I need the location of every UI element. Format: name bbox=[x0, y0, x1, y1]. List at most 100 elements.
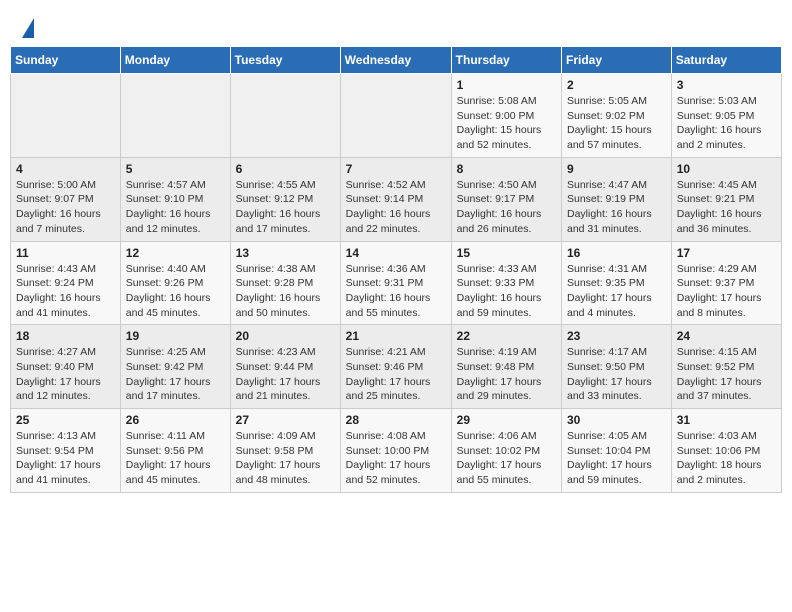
calendar-cell: 5 Sunrise: 4:57 AM Sunset: 9:10 PM Daylig… bbox=[120, 157, 230, 241]
day-number: 15 bbox=[457, 246, 556, 260]
day-number: 9 bbox=[567, 162, 666, 176]
calendar-cell: 12 Sunrise: 4:40 AM Sunset: 9:26 PM Dayli… bbox=[120, 241, 230, 325]
day-number: 12 bbox=[126, 246, 225, 260]
day-of-week-header: Friday bbox=[562, 47, 672, 74]
calendar-cell: 21 Sunrise: 4:21 AM Sunset: 9:46 PM Dayli… bbox=[340, 325, 451, 409]
calendar-cell: 13Sunrise: 4:38 AM Sunset: 9:28 PM Dayli… bbox=[230, 241, 340, 325]
day-info: Sunrise: 4:55 AM Sunset: 9:12 PM Dayligh… bbox=[236, 178, 335, 237]
calendar-week-row: 11 Sunrise: 4:43 AM Sunset: 9:24 PM Dayli… bbox=[11, 241, 782, 325]
calendar-week-row: 25Sunrise: 4:13 AM Sunset: 9:54 PM Dayli… bbox=[11, 409, 782, 493]
calendar-cell: 25Sunrise: 4:13 AM Sunset: 9:54 PM Dayli… bbox=[11, 409, 121, 493]
day-info: Sunrise: 4:09 AM Sunset: 9:58 PM Dayligh… bbox=[236, 429, 335, 488]
calendar-cell: 11 Sunrise: 4:43 AM Sunset: 9:24 PM Dayli… bbox=[11, 241, 121, 325]
calendar-cell: 18 Sunrise: 4:27 AM Sunset: 9:40 PM Dayli… bbox=[11, 325, 121, 409]
day-info: Sunrise: 4:03 AM Sunset: 10:06 PM Daylig… bbox=[677, 429, 776, 488]
day-number: 5 bbox=[126, 162, 225, 176]
day-info: Sunrise: 4:06 AM Sunset: 10:02 PM Daylig… bbox=[457, 429, 556, 488]
calendar-cell: 20 Sunrise: 4:23 AM Sunset: 9:44 PM Dayli… bbox=[230, 325, 340, 409]
day-info: Sunrise: 5:08 AM Sunset: 9:00 PM Dayligh… bbox=[457, 94, 556, 153]
calendar-cell: 3 Sunrise: 5:03 AM Sunset: 9:05 PM Daylig… bbox=[671, 74, 781, 158]
day-info: Sunrise: 4:47 AM Sunset: 9:19 PM Dayligh… bbox=[567, 178, 666, 237]
calendar-cell: 30 Sunrise: 4:05 AM Sunset: 10:04 PM Dayl… bbox=[562, 409, 672, 493]
day-number: 18 bbox=[16, 329, 115, 343]
day-info: Sunrise: 5:03 AM Sunset: 9:05 PM Dayligh… bbox=[677, 94, 776, 153]
day-number: 21 bbox=[346, 329, 446, 343]
day-info: Sunrise: 4:50 AM Sunset: 9:17 PM Dayligh… bbox=[457, 178, 556, 237]
logo bbox=[20, 18, 34, 36]
calendar-cell: 8Sunrise: 4:50 AM Sunset: 9:17 PM Daylig… bbox=[451, 157, 561, 241]
day-info: Sunrise: 4:40 AM Sunset: 9:26 PM Dayligh… bbox=[126, 262, 225, 321]
calendar-week-row: 1 Sunrise: 5:08 AM Sunset: 9:00 PM Daylig… bbox=[11, 74, 782, 158]
calendar-cell: 9 Sunrise: 4:47 AM Sunset: 9:19 PM Daylig… bbox=[562, 157, 672, 241]
calendar-cell bbox=[230, 74, 340, 158]
day-number: 2 bbox=[567, 78, 666, 92]
calendar-cell: 17 Sunrise: 4:29 AM Sunset: 9:37 PM Dayli… bbox=[671, 241, 781, 325]
calendar-cell: 1 Sunrise: 5:08 AM Sunset: 9:00 PM Daylig… bbox=[451, 74, 561, 158]
day-number: 19 bbox=[126, 329, 225, 343]
calendar-cell: 27 Sunrise: 4:09 AM Sunset: 9:58 PM Dayli… bbox=[230, 409, 340, 493]
day-number: 30 bbox=[567, 413, 666, 427]
day-info: Sunrise: 4:43 AM Sunset: 9:24 PM Dayligh… bbox=[16, 262, 115, 321]
calendar-cell bbox=[340, 74, 451, 158]
day-info: Sunrise: 4:13 AM Sunset: 9:54 PM Dayligh… bbox=[16, 429, 115, 488]
day-info: Sunrise: 4:17 AM Sunset: 9:50 PM Dayligh… bbox=[567, 345, 666, 404]
calendar-week-row: 4 Sunrise: 5:00 AM Sunset: 9:07 PM Daylig… bbox=[11, 157, 782, 241]
day-number: 24 bbox=[677, 329, 776, 343]
day-info: Sunrise: 4:57 AM Sunset: 9:10 PM Dayligh… bbox=[126, 178, 225, 237]
day-info: Sunrise: 4:05 AM Sunset: 10:04 PM Daylig… bbox=[567, 429, 666, 488]
day-number: 11 bbox=[16, 246, 115, 260]
calendar-cell: 2 Sunrise: 5:05 AM Sunset: 9:02 PM Daylig… bbox=[562, 74, 672, 158]
day-number: 6 bbox=[236, 162, 335, 176]
day-info: Sunrise: 4:33 AM Sunset: 9:33 PM Dayligh… bbox=[457, 262, 556, 321]
day-of-week-header: Saturday bbox=[671, 47, 781, 74]
day-number: 1 bbox=[457, 78, 556, 92]
day-info: Sunrise: 4:21 AM Sunset: 9:46 PM Dayligh… bbox=[346, 345, 446, 404]
day-number: 29 bbox=[457, 413, 556, 427]
day-number: 23 bbox=[567, 329, 666, 343]
calendar-cell: 6 Sunrise: 4:55 AM Sunset: 9:12 PM Daylig… bbox=[230, 157, 340, 241]
day-number: 16 bbox=[567, 246, 666, 260]
day-info: Sunrise: 4:29 AM Sunset: 9:37 PM Dayligh… bbox=[677, 262, 776, 321]
day-number: 28 bbox=[346, 413, 446, 427]
calendar-cell: 10 Sunrise: 4:45 AM Sunset: 9:21 PM Dayli… bbox=[671, 157, 781, 241]
calendar-cell: 31 Sunrise: 4:03 AM Sunset: 10:06 PM Dayl… bbox=[671, 409, 781, 493]
day-info: Sunrise: 4:45 AM Sunset: 9:21 PM Dayligh… bbox=[677, 178, 776, 237]
day-info: Sunrise: 4:27 AM Sunset: 9:40 PM Dayligh… bbox=[16, 345, 115, 404]
calendar-table: SundayMondayTuesdayWednesdayThursdayFrid… bbox=[10, 46, 782, 493]
day-number: 4 bbox=[16, 162, 115, 176]
day-number: 7 bbox=[346, 162, 446, 176]
day-info: Sunrise: 4:52 AM Sunset: 9:14 PM Dayligh… bbox=[346, 178, 446, 237]
day-number: 17 bbox=[677, 246, 776, 260]
calendar-cell: 14 Sunrise: 4:36 AM Sunset: 9:31 PM Dayli… bbox=[340, 241, 451, 325]
day-info: Sunrise: 5:05 AM Sunset: 9:02 PM Dayligh… bbox=[567, 94, 666, 153]
day-number: 10 bbox=[677, 162, 776, 176]
day-number: 27 bbox=[236, 413, 335, 427]
calendar-cell: 7 Sunrise: 4:52 AM Sunset: 9:14 PM Daylig… bbox=[340, 157, 451, 241]
day-info: Sunrise: 4:08 AM Sunset: 10:00 PM Daylig… bbox=[346, 429, 446, 488]
calendar-cell: 19 Sunrise: 4:25 AM Sunset: 9:42 PM Dayli… bbox=[120, 325, 230, 409]
day-info: Sunrise: 4:19 AM Sunset: 9:48 PM Dayligh… bbox=[457, 345, 556, 404]
day-info: Sunrise: 4:23 AM Sunset: 9:44 PM Dayligh… bbox=[236, 345, 335, 404]
calendar-cell: 26Sunrise: 4:11 AM Sunset: 9:56 PM Dayli… bbox=[120, 409, 230, 493]
calendar-header-row: SundayMondayTuesdayWednesdayThursdayFrid… bbox=[11, 47, 782, 74]
calendar-cell bbox=[11, 74, 121, 158]
day-info: Sunrise: 5:00 AM Sunset: 9:07 PM Dayligh… bbox=[16, 178, 115, 237]
calendar-cell: 15 Sunrise: 4:33 AM Sunset: 9:33 PM Dayli… bbox=[451, 241, 561, 325]
day-of-week-header: Sunday bbox=[11, 47, 121, 74]
day-info: Sunrise: 4:36 AM Sunset: 9:31 PM Dayligh… bbox=[346, 262, 446, 321]
calendar-cell: 22Sunrise: 4:19 AM Sunset: 9:48 PM Dayli… bbox=[451, 325, 561, 409]
day-number: 31 bbox=[677, 413, 776, 427]
day-of-week-header: Monday bbox=[120, 47, 230, 74]
day-number: 14 bbox=[346, 246, 446, 260]
calendar-cell: 4 Sunrise: 5:00 AM Sunset: 9:07 PM Daylig… bbox=[11, 157, 121, 241]
day-info: Sunrise: 4:25 AM Sunset: 9:42 PM Dayligh… bbox=[126, 345, 225, 404]
calendar-week-row: 18 Sunrise: 4:27 AM Sunset: 9:40 PM Dayli… bbox=[11, 325, 782, 409]
page-header bbox=[10, 10, 782, 40]
day-of-week-header: Tuesday bbox=[230, 47, 340, 74]
day-number: 20 bbox=[236, 329, 335, 343]
calendar-cell: 29 Sunrise: 4:06 AM Sunset: 10:02 PM Dayl… bbox=[451, 409, 561, 493]
calendar-cell: 16Sunrise: 4:31 AM Sunset: 9:35 PM Dayli… bbox=[562, 241, 672, 325]
day-number: 3 bbox=[677, 78, 776, 92]
logo-triangle-icon bbox=[22, 18, 34, 38]
day-number: 13 bbox=[236, 246, 335, 260]
